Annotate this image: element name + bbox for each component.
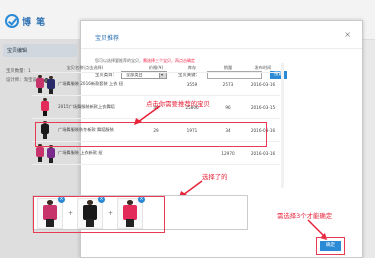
product-stock: 3559	[186, 81, 198, 87]
product-sales: 12970	[221, 150, 235, 156]
row-name-cell[interactable]: 2015广场舞服装新款上衣舞蹈	[32, 96, 138, 118]
product-time: 2016-03-15	[250, 104, 276, 110]
col-stock: 库存	[187, 64, 197, 70]
product-sales: 2573	[222, 81, 234, 87]
table-scrollbar[interactable]	[281, 63, 284, 188]
dialog-title: 宝贝推荐	[95, 35, 120, 42]
app-logo[interactable]: 博 笔	[5, 14, 46, 28]
product-time: 2016-03-16	[250, 81, 276, 87]
logo-check-icon	[5, 14, 19, 28]
tray-highlight	[33, 196, 165, 233]
product-name: 广场舞服装 2016新款套装 上衣 纽	[58, 81, 123, 86]
col-name: 宝贝名称(点击选择)	[66, 64, 104, 70]
table-header: 宝贝名称(点击选择) 价格(¥) 库存 销量 发布时间	[32, 63, 280, 73]
annotation-arrow-icon	[134, 105, 161, 125]
product-time: 2016-03-16	[250, 150, 276, 156]
sidebar-tab-product-edit[interactable]: 宝贝编辑	[3, 44, 77, 57]
product-sales: 96	[225, 104, 231, 110]
col-time: 发布时间	[254, 64, 272, 70]
product-name: 2015广场舞服装新款上衣舞蹈	[58, 104, 115, 109]
col-price: 价格(¥)	[148, 64, 164, 70]
logo-text: 博 笔	[22, 17, 47, 28]
product-thumbnail	[32, 96, 58, 118]
confirm-highlight	[316, 237, 345, 255]
dialog-divider	[81, 48, 362, 49]
row-name-cell[interactable]: 广场舞服装 2016新款套装 上衣 纽	[32, 73, 138, 95]
close-icon[interactable]: ×	[344, 31, 351, 39]
table-row[interactable]: 广场舞服装 2016新款套装 上衣 纽 3559 2573 2016-03-16	[32, 73, 280, 96]
product-name: 广场舞服装 上衣新款 纽	[58, 150, 103, 155]
col-sales: 销量	[223, 64, 233, 70]
product-thumbnail	[32, 73, 58, 95]
